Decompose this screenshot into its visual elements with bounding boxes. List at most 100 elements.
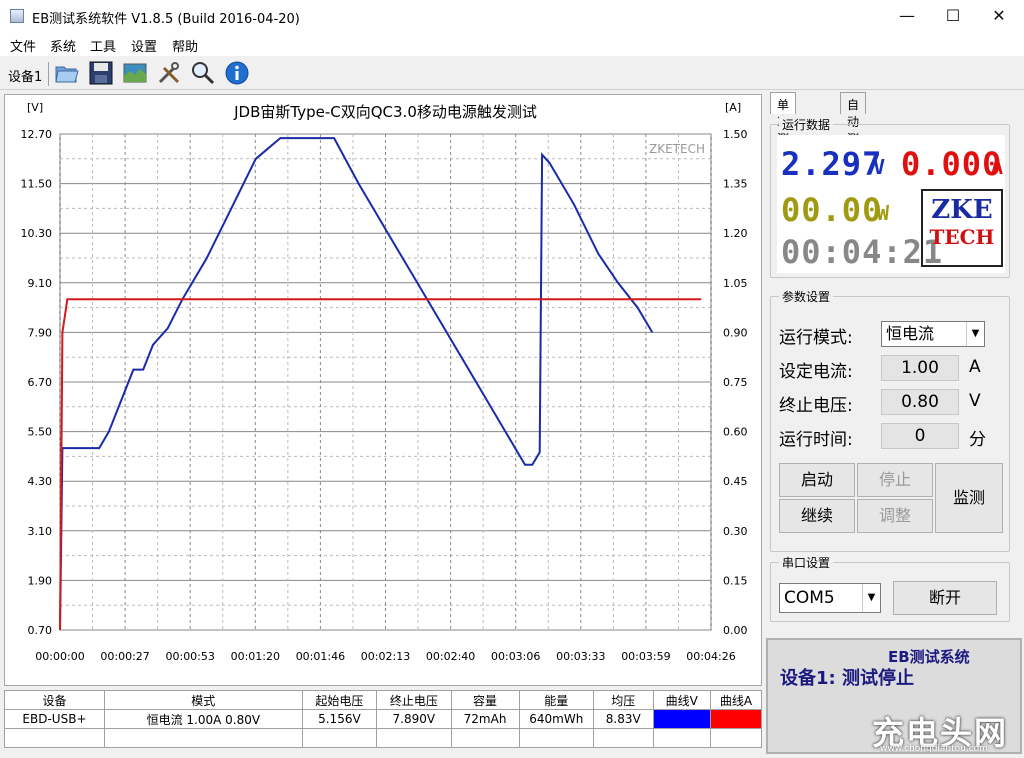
menu-tools[interactable]: 工具 <box>90 36 116 55</box>
menu-help[interactable]: 帮助 <box>172 36 198 55</box>
col-mode: 模式 <box>103 690 303 710</box>
open-folder-icon[interactable] <box>54 60 80 86</box>
x-tick: 00:00:53 <box>165 650 214 663</box>
control-panel: 单次测试 自动测试 运行数据 2.297 V 0.000 A 00.00 W 0… <box>766 90 1024 758</box>
col-device: 设备 <box>4 690 105 710</box>
y-tick-right: 1.50 <box>723 128 748 141</box>
curve-v-color-swatch[interactable] <box>652 709 711 729</box>
run-time-input[interactable]: 0 <box>881 423 959 449</box>
info-icon[interactable] <box>224 60 250 86</box>
chart-panel: JDB宙斯Type-C双向QC3.0移动电源触发测试 [V] [A] 12.70 11.… <box>4 94 762 686</box>
params-group: 参数设置 运行模式: 恒电流 ▼ 设定电流: 1.00 A 终止电压: 0.80… <box>770 288 1010 552</box>
x-tick: 00:00:00 <box>35 650 84 663</box>
disconnect-button[interactable]: 断开 <box>893 581 997 615</box>
col-curve-v: 曲线V <box>652 690 711 710</box>
status-box: EB测试系统 设备1: 测试停止 充电头网 www.chongdiantou.c… <box>766 638 1022 754</box>
y-tick-left: 10.30 <box>21 227 53 240</box>
window-title: EB测试系统软件 V1.8.5 (Build 2016-04-20) <box>32 12 300 27</box>
x-tick: 00:01:20 <box>231 650 280 663</box>
x-tick: 00:02:13 <box>361 650 410 663</box>
monitor-button[interactable]: 监测 <box>935 463 1003 533</box>
zketech-logo: ZKE TECH <box>921 189 1003 267</box>
right-axis-label: [A] <box>725 101 741 114</box>
y-tick-right: 0.00 <box>723 624 748 637</box>
set-current-unit: A <box>969 357 981 377</box>
col-avg-voltage: 均压 <box>592 690 654 710</box>
y-tick-left: 4.30 <box>28 475 53 488</box>
table-row-empty <box>4 728 763 748</box>
tools-icon[interactable] <box>156 60 182 86</box>
lcd-display: 2.297 V 0.000 A 00.00 W 00:04:21 ZKE TEC… <box>777 135 1005 273</box>
summary-table: 设备 模式 起始电压 终止电压 容量 能量 均压 曲线V 曲线A EBD-USB… <box>4 690 763 748</box>
mode-select[interactable]: 恒电流 ▼ <box>881 321 985 347</box>
serial-group: 串口设置 COM5 ▼ 断开 <box>770 554 1010 622</box>
power-readout: 00.00 <box>781 191 883 229</box>
x-tick: 00:00:27 <box>100 650 149 663</box>
magnifier-icon[interactable] <box>190 60 216 86</box>
voltage-current-chart: JDB宙斯Type-C双向QC3.0移动电源触发测试 [V] [A] 12.70 11.… <box>21 101 748 663</box>
cell-start-voltage: 5.156V <box>301 709 378 729</box>
y-tick-right: 0.15 <box>723 574 748 587</box>
menu-bar: 文件 系统 工具 设置 帮助 <box>0 32 1024 56</box>
cell-energy: 640mWh <box>518 709 594 729</box>
col-curve-a: 曲线A <box>709 690 763 710</box>
chart-image-icon[interactable] <box>122 60 148 86</box>
tab-auto-test[interactable]: 自动测试 <box>840 92 867 163</box>
toolbar: 设备1 <box>0 56 1024 90</box>
col-capacity: 容量 <box>450 690 520 710</box>
toolbar-separator <box>48 62 49 86</box>
maximize-button[interactable]: ☐ <box>930 0 976 32</box>
y-tick-left: 11.50 <box>21 178 53 191</box>
status-message: 设备1: 测试停止 <box>780 668 914 689</box>
curve-a-color-swatch[interactable] <box>709 709 763 729</box>
site-watermark-url: www.chongdiantou.com <box>880 744 988 754</box>
current-readout: 0.000 <box>901 145 1003 183</box>
device-selector[interactable]: 设备1 <box>8 66 42 85</box>
start-button[interactable]: 启动 <box>779 463 855 497</box>
minimize-button[interactable]: — <box>884 0 930 32</box>
x-tick: 00:03:59 <box>621 650 670 663</box>
y-tick-right: 1.05 <box>723 277 748 290</box>
save-icon[interactable] <box>88 60 114 86</box>
run-data-label: 运行数据 <box>779 116 834 133</box>
close-button[interactable]: ✕ <box>976 0 1022 32</box>
y-tick-right: 0.90 <box>723 326 748 339</box>
x-tick: 00:01:46 <box>296 650 345 663</box>
y-tick-left: 12.70 <box>21 128 53 141</box>
table-row[interactable]: EBD-USB+ 恒电流 1.00A 0.80V 5.156V 7.890V 7… <box>4 709 763 729</box>
current-unit: A <box>991 155 1005 179</box>
chevron-down-icon[interactable]: ▼ <box>862 584 880 612</box>
tab-single-test[interactable]: 单次测试 <box>770 92 797 163</box>
x-tick: 00:03:06 <box>491 650 540 663</box>
logo-text-top: ZKE <box>931 195 993 225</box>
y-tick-left: 9.10 <box>28 277 53 290</box>
cutoff-voltage-label: 终止电压: <box>779 396 853 416</box>
adjust-button[interactable]: 调整 <box>857 499 933 533</box>
x-tick: 00:02:40 <box>426 650 475 663</box>
run-data-group: 运行数据 2.297 V 0.000 A 00.00 W 00:04:21 ZK… <box>770 116 1010 278</box>
logo-text-bottom: TECH <box>929 225 995 249</box>
com-port-value: COM5 <box>784 588 835 608</box>
voltage-unit: V <box>873 155 887 179</box>
serial-label: 串口设置 <box>779 554 834 571</box>
col-energy: 能量 <box>518 690 594 710</box>
menu-settings[interactable]: 设置 <box>131 36 157 55</box>
set-current-input[interactable]: 1.00 <box>881 355 959 381</box>
menu-system[interactable]: 系统 <box>50 36 76 55</box>
continue-button[interactable]: 继续 <box>779 499 855 533</box>
params-label: 参数设置 <box>779 288 834 305</box>
com-port-select[interactable]: COM5 ▼ <box>779 583 881 613</box>
cell-mode: 恒电流 1.00A 0.80V <box>103 709 303 729</box>
x-tick: 00:04:26 <box>686 650 735 663</box>
cutoff-voltage-input[interactable]: 0.80 <box>881 389 959 415</box>
stop-button[interactable]: 停止 <box>857 463 933 497</box>
cell-end-voltage: 7.890V <box>376 709 452 729</box>
run-time-label: 运行时间: <box>779 430 853 450</box>
cutoff-voltage-unit: V <box>969 391 981 411</box>
y-tick-left: 5.50 <box>28 426 53 439</box>
run-time-unit: 分 <box>969 430 986 450</box>
y-tick-right: 0.45 <box>723 475 748 488</box>
chart-title: JDB宙斯Type-C双向QC3.0移动电源触发测试 <box>233 103 537 121</box>
chevron-down-icon[interactable]: ▼ <box>966 322 984 346</box>
menu-file[interactable]: 文件 <box>10 36 36 55</box>
